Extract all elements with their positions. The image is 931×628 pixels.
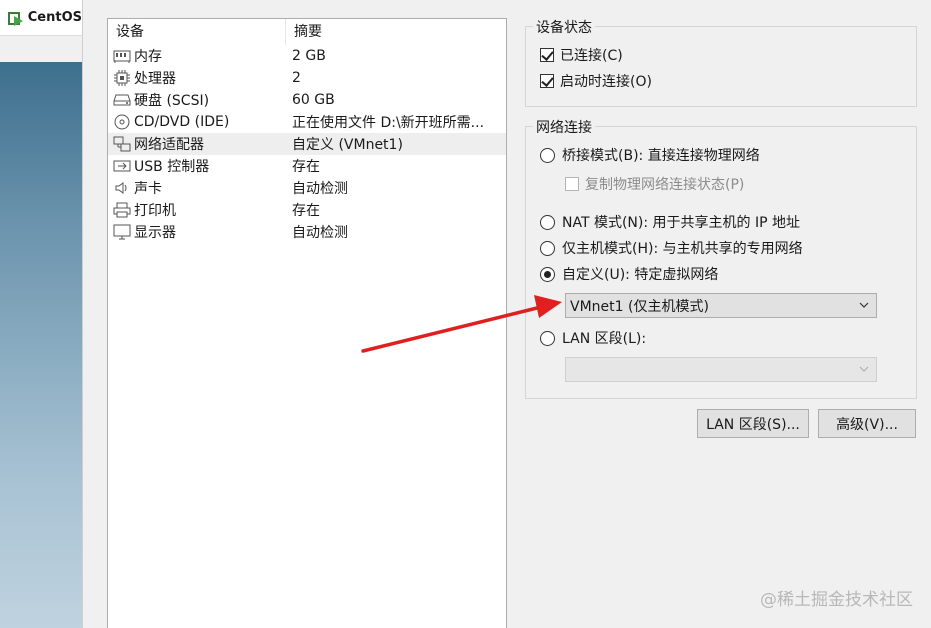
device-name: 显示器 [134,225,176,241]
custom-network-select[interactable]: VMnet1 (仅主机模式) [565,293,877,318]
device-row[interactable]: 内存 2 GB [108,45,506,67]
device-summary: 正在使用文件 D:\新开班所需... [292,115,485,131]
printer-icon [113,202,131,218]
connect-on-start-checkbox[interactable] [540,74,554,88]
usb-icon [113,158,131,174]
memory-icon [113,48,131,64]
vm-tab[interactable]: CentOS [0,0,82,36]
display-icon [113,224,131,240]
device-name-cell: 声卡 [108,178,286,198]
device-name-cell: CD/DVD (IDE) [108,114,286,130]
network-connection-title: 网络连接 [533,117,595,137]
nat-radio-row[interactable]: NAT 模式(N): 用于共享主机的 IP 地址 [540,211,800,233]
network-connection-group: 网络连接 桥接模式(B): 直接连接物理网络 复制物理网络连接状态(P) NAT… [525,117,917,399]
device-name: 内存 [134,49,162,65]
vm-icon [8,10,23,26]
nat-radio[interactable] [540,214,555,230]
device-name: 硬盘 (SCSI) [134,93,210,109]
device-summary: 60 GB [292,92,335,108]
chevron-down-icon [859,302,869,308]
custom-network-value: VMnet1 (仅主机模式) [570,298,709,315]
device-name: CD/DVD (IDE) [134,114,230,130]
device-row[interactable]: USB 控制器 存在 [108,155,506,177]
bridged-label: 桥接模式(B): 直接连接物理网络 [562,148,760,164]
lan-label: LAN 区段(L): [562,331,647,347]
device-row[interactable]: 显示器 自动检测 [108,221,506,243]
replicate-checkbox[interactable] [565,177,579,191]
hostonly-radio-row[interactable]: 仅主机模式(H): 与主机共享的专用网络 [540,237,803,259]
device-row[interactable]: 网络适配器 自定义 (VMnet1) [108,133,506,155]
device-status-group: 设备状态 已连接(C) 启动时连接(O) [525,17,917,107]
hostonly-radio[interactable] [540,240,555,256]
custom-radio-row[interactable]: 自定义(U): 特定虚拟网络 [540,263,718,285]
nat-label: NAT 模式(N): 用于共享主机的 IP 地址 [562,215,800,231]
device-row[interactable]: 打印机 存在 [108,199,506,221]
lan-segment-select[interactable] [565,357,877,382]
sound-icon [113,180,131,196]
network-adapter-icon [113,136,131,152]
panel-divider [82,0,93,628]
device-name-cell: USB 控制器 [108,156,286,176]
device-name-cell: 网络适配器 [108,134,286,154]
device-name-cell: 硬盘 (SCSI) [108,90,286,110]
column-summary[interactable]: 摘要 [286,19,506,45]
device-row[interactable]: 声卡 自动检测 [108,177,506,199]
cd-dvd-icon [113,114,131,130]
advanced-button[interactable]: 高级(V)... [818,409,916,438]
left-background-strip: CentOS [0,0,82,628]
device-status-title: 设备状态 [533,17,595,37]
device-summary: 2 GB [292,48,326,64]
connect-on-start-label: 启动时连接(O) [560,74,652,90]
desktop-wallpaper [0,62,82,628]
device-summary: 自动检测 [292,181,348,197]
device-name-cell: 显示器 [108,222,286,242]
bridged-radio-row[interactable]: 桥接模式(B): 直接连接物理网络 [540,144,760,166]
chevron-down-icon [859,366,869,372]
connected-checkbox[interactable] [540,48,554,62]
replicate-label: 复制物理网络连接状态(P) [585,177,745,193]
custom-label: 自定义(U): 特定虚拟网络 [562,267,719,283]
connected-checkbox-row[interactable]: 已连接(C) [540,44,623,66]
device-name-cell: 处理器 [108,68,286,88]
device-name-cell: 内存 [108,46,286,66]
device-rows: 内存 2 GB 处理器 2 硬盘 (SCSI) 60 GB CD/DVD (IDE) 正在使用… [108,45,506,243]
device-summary: 自动检测 [292,225,348,241]
device-name: 声卡 [134,181,162,197]
hostonly-label: 仅主机模式(H): 与主机共享的专用网络 [562,241,803,257]
harddisk-icon [113,92,131,108]
watermark: @稀土掘金技术社区 [760,590,913,610]
device-summary: 2 [292,70,301,86]
vm-tab-label: CentOS [27,10,82,25]
replicate-checkbox-row[interactable]: 复制物理网络连接状态(P) [565,173,744,195]
device-summary: 存在 [292,203,320,219]
device-name: USB 控制器 [134,159,210,175]
processor-icon [113,70,131,86]
tab-strip-gap [0,36,82,62]
custom-radio[interactable] [540,266,555,282]
device-name: 处理器 [134,71,176,87]
device-list-header: 设备 摘要 [108,19,506,45]
device-name-cell: 打印机 [108,200,286,220]
device-row[interactable]: CD/DVD (IDE) 正在使用文件 D:\新开班所需... [108,111,506,133]
lan-segments-button[interactable]: LAN 区段(S)... [697,409,809,438]
lan-radio[interactable] [540,330,555,346]
device-summary: 存在 [292,159,320,175]
bridged-radio[interactable] [540,147,555,163]
column-device[interactable]: 设备 [108,19,286,45]
device-name: 打印机 [134,203,176,219]
connect-on-start-checkbox-row[interactable]: 启动时连接(O) [540,70,652,92]
device-row[interactable]: 硬盘 (SCSI) 60 GB [108,89,506,111]
lan-radio-row[interactable]: LAN 区段(L): [540,327,646,349]
device-list[interactable]: 设备 摘要 内存 2 GB 处理器 2 硬盘 (SCSI) 60 GB CD/DVD (ID… [107,18,507,628]
device-row[interactable]: 处理器 2 [108,67,506,89]
connected-label: 已连接(C) [560,48,623,64]
device-name: 网络适配器 [134,137,204,153]
device-summary: 自定义 (VMnet1) [292,137,403,153]
